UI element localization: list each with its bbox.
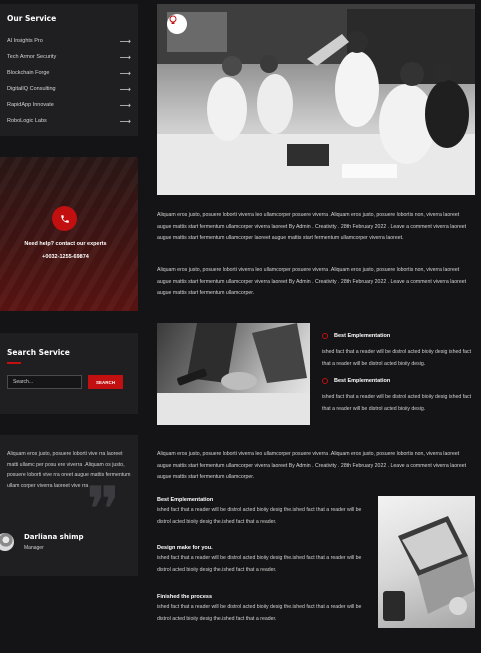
service-item[interactable]: AI Insights Pro ⟶: [7, 33, 131, 49]
feature-title: Best Emplementation: [334, 333, 391, 339]
help-prompt: Need help? contact our experts: [24, 241, 107, 247]
help-phone-number[interactable]: +0032-1255-69874: [0, 254, 131, 260]
title-underline: [7, 362, 21, 364]
section-title: Design make for you.: [157, 545, 213, 551]
search-service-title: Search Service: [7, 348, 70, 357]
body-paragraph: Aliquam eros justo, posuere loborti vive…: [157, 212, 467, 241]
arrow-right-icon: ⟶: [119, 68, 131, 78]
service-item[interactable]: Blockchain Forge ⟶: [7, 65, 131, 81]
phone-call-button[interactable]: [52, 206, 77, 231]
service-item[interactable]: Tech Armor Security ⟶: [7, 49, 131, 65]
section-title: Finished the process: [157, 594, 213, 600]
feature-text: ished fact that a reader will be distrol…: [322, 394, 472, 412]
body-paragraph: Aliquam eros justo, posuere loborti vive…: [157, 267, 467, 296]
feature-block: Best Emplementation ished fact that a re…: [322, 378, 477, 415]
testimonial-role: Manager: [24, 545, 44, 551]
arrow-right-icon: ⟶: [119, 116, 131, 126]
section-text: ished fact that a reader will be distrol…: [157, 507, 362, 525]
testimonial-text: Aliquam eros justo, posuere loborti vive…: [7, 451, 131, 489]
feature-text: ished fact that a reader will be distrol…: [322, 349, 472, 367]
help-contact-card: Need help? contact our experts +0032-125…: [0, 157, 138, 311]
hero-team-photo: [157, 4, 475, 195]
search-input[interactable]: [7, 375, 82, 389]
search-button[interactable]: SEARCH: [88, 375, 123, 389]
service-list-card: Our Service AI Insights Pro ⟶ Tech Armor …: [0, 4, 138, 136]
phone-icon: [60, 214, 69, 223]
avatar: [0, 533, 14, 551]
handshake-photo: [157, 323, 310, 425]
process-section: Finished the process ished fact that a r…: [157, 594, 362, 625]
arrow-right-icon: ⟶: [119, 52, 131, 62]
testimonial-card: ❞ Aliquam eros justo, posuere loborti vi…: [0, 435, 138, 576]
section-text: ished fact that a reader will be distrol…: [157, 555, 362, 573]
arrow-right-icon: ⟶: [119, 100, 131, 110]
target-icon: [322, 333, 328, 339]
service-item[interactable]: RoboLogic Labs ⟶: [7, 113, 131, 129]
target-icon: [322, 378, 328, 384]
body-paragraph: Aliquam eros justo, posuere loborti vive…: [157, 451, 467, 480]
brain-icon: [167, 14, 187, 34]
process-section: Best Emplementation ished fact that a re…: [157, 497, 362, 528]
service-list-title: Our Service: [7, 14, 57, 23]
service-item[interactable]: RapidApp Innovate ⟶: [7, 97, 131, 113]
laptop-desk-photo: [378, 496, 475, 628]
feature-title: Best Emplementation: [334, 378, 391, 384]
search-service-card: Search Service SEARCH: [0, 333, 138, 414]
process-section: Design make for you. ished fact that a r…: [157, 545, 362, 576]
search-form: SEARCH: [7, 375, 131, 389]
service-list: AI Insights Pro ⟶ Tech Armor Security ⟶ Bl…: [7, 33, 131, 129]
feature-block: Best Emplementation ished fact that a re…: [322, 333, 477, 370]
service-item[interactable]: DigitalIQ Consulting ⟶: [7, 81, 131, 97]
section-text: ished fact that a reader will be distrol…: [157, 604, 362, 622]
arrow-right-icon: ⟶: [119, 84, 131, 94]
arrow-right-icon: ⟶: [119, 36, 131, 46]
section-title: Best Emplementation: [157, 497, 214, 503]
testimonial-name: Darliana shimp: [24, 533, 84, 541]
